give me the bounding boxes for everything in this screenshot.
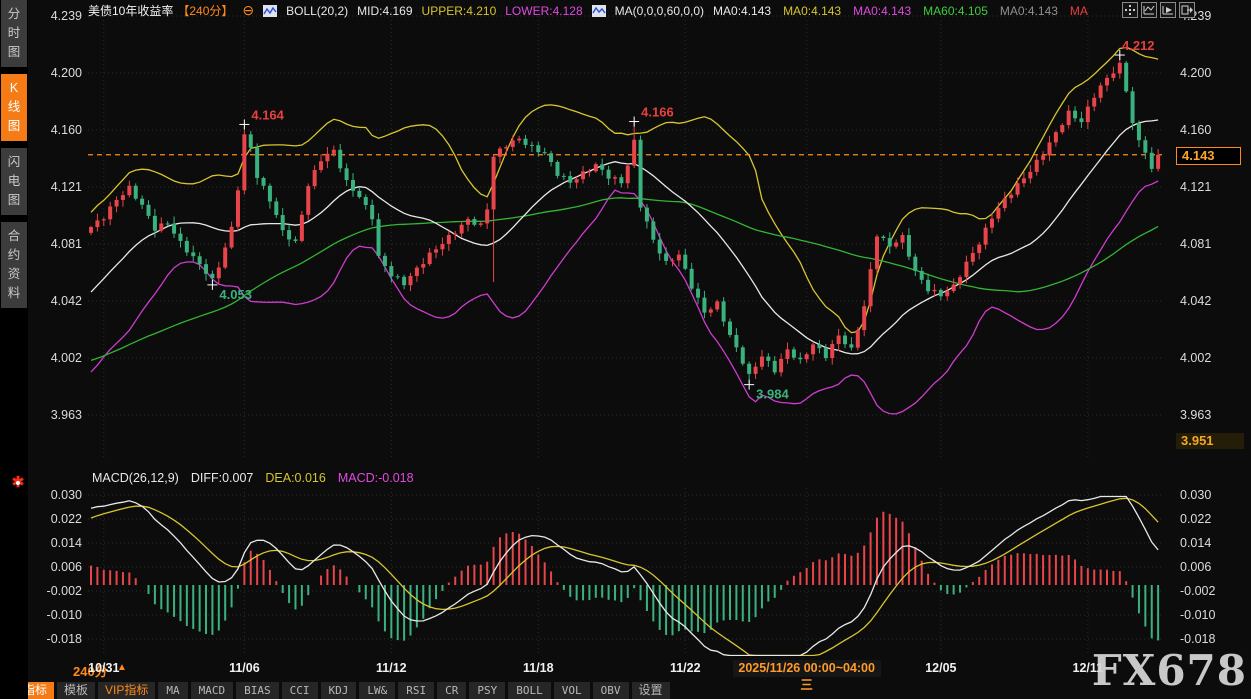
export-window-icon[interactable] xyxy=(1179,2,1195,18)
pan-icon[interactable] xyxy=(1122,2,1138,18)
axis-label: -0.002 xyxy=(1180,584,1215,598)
ma-indicator-icon[interactable] xyxy=(592,5,606,17)
instrument-title: 美债10年收益率 xyxy=(88,2,173,19)
date-tick-11/22: 11/22 xyxy=(670,661,701,675)
toolbar-button-MACD[interactable]: MACD xyxy=(191,682,234,699)
last-price-badge: 4.143 xyxy=(1176,147,1241,165)
toolbar-button-LW&[interactable]: LW& xyxy=(359,682,395,699)
date-tick-11/12: 11/12 xyxy=(376,661,407,675)
toolbar-button-VIP指标[interactable]: VIP指标 xyxy=(98,682,155,699)
boll-label: BOLL(20,2) xyxy=(286,4,348,18)
macd-diff-value: DIFF:0.007 xyxy=(191,471,254,485)
toolbar-button-PSY[interactable]: PSY xyxy=(469,682,505,699)
boll-mid-value: MID:4.169 xyxy=(357,4,412,18)
ma-value: MA0:4.143 xyxy=(1000,4,1058,18)
chart-tool-icons xyxy=(1122,2,1195,18)
toolbar-button-MA[interactable]: MA xyxy=(158,682,187,699)
chart-header: 美债10年收益率 【240分】 ⊖ BOLL(20,2) MID:4.169 U… xyxy=(88,2,1088,19)
axis-label: 0.014 xyxy=(1180,536,1211,550)
axis-label: 3.963 xyxy=(1180,408,1211,422)
toolbar-button-CR[interactable]: CR xyxy=(437,682,466,699)
toolbar-button-VOL[interactable]: VOL xyxy=(554,682,590,699)
axis-label: -0.010 xyxy=(1180,608,1215,622)
toolbar-button-BOLL[interactable]: BOLL xyxy=(508,682,551,699)
macd-dea-value: DEA:0.016 xyxy=(265,471,325,485)
boll-indicator-icon[interactable] xyxy=(263,5,277,17)
period-label[interactable]: 【240分】 xyxy=(177,2,233,19)
ma-value: MA0:4.143 xyxy=(783,4,841,18)
svg-text:4.212: 4.212 xyxy=(1122,38,1155,53)
toolbar-button-RSI[interactable]: RSI xyxy=(398,682,434,699)
zoom-range-left-icon[interactable] xyxy=(1141,2,1157,18)
session-low-badge: 3.951 xyxy=(1176,433,1244,449)
main-candlestick-chart[interactable]: 4.164 4.053 4.166 3.984 4.212 xyxy=(88,8,1162,458)
fx678-watermark: FX678 xyxy=(1092,651,1247,691)
axis-label: 4.042 xyxy=(1180,294,1211,308)
svg-text:3.984: 3.984 xyxy=(756,387,789,402)
ma-value: MA xyxy=(1070,4,1088,18)
indicator-toolbar: 指标模板VIP指标MAMACDBIASCCIKDJLW&RSICRPSYBOLL… xyxy=(16,682,670,699)
axis-label: 4.081 xyxy=(1180,237,1211,251)
ma-value: MA60:4.105 xyxy=(923,4,988,18)
macd-panel[interactable] xyxy=(88,488,1162,656)
sidebar-tab-合约资料[interactable]: 合约资料 xyxy=(1,222,27,308)
axis-label: 4.002 xyxy=(1180,351,1211,365)
ma-value: MA0:4.143 xyxy=(713,4,771,18)
date-tick-11/06: 11/06 xyxy=(229,661,260,675)
date-tick-10/31: 10/31 xyxy=(88,661,119,675)
toolbar-button-模板[interactable]: 模板 xyxy=(57,682,95,699)
collapse-icon[interactable]: ⊖ xyxy=(242,2,254,19)
toolbar-button-BIAS[interactable]: BIAS xyxy=(236,682,279,699)
sidebar-tab-闪电图[interactable]: 闪电图 xyxy=(1,148,27,215)
axis-label: 0.030 xyxy=(1180,488,1211,502)
axis-label: 4.200 xyxy=(1180,66,1211,80)
svg-text:4.053: 4.053 xyxy=(219,287,252,302)
macd-name: MACD(26,12,9) xyxy=(92,471,179,485)
toolbar-button-OBV[interactable]: OBV xyxy=(593,682,629,699)
toolbar-button-CCI[interactable]: CCI xyxy=(282,682,318,699)
selected-bar-datetime: 2025/11/26 00:00~04:00 三 xyxy=(733,660,881,677)
boll-lower-value: LOWER:4.128 xyxy=(505,4,582,18)
axis-label: 0.022 xyxy=(1180,512,1211,526)
boll-upper-value: UPPER:4.210 xyxy=(422,4,497,18)
date-tick-12/05: 12/05 xyxy=(925,661,956,675)
sidebar: 分时图 K线图闪电图合约资料 ✱ xyxy=(0,0,28,699)
toolbar-button-设置[interactable]: 设置 xyxy=(632,682,670,699)
axis-label: -0.018 xyxy=(1180,632,1215,646)
ma-value: MA0:4.143 xyxy=(853,4,911,18)
svg-text:4.166: 4.166 xyxy=(641,105,674,120)
axis-label: 0.006 xyxy=(1180,560,1211,574)
axis-label: 4.121 xyxy=(1180,180,1211,194)
macd-macd-value: MACD:-0.018 xyxy=(338,471,414,485)
toolbar-button-KDJ[interactable]: KDJ xyxy=(321,682,357,699)
date-tick-11/18: 11/18 xyxy=(523,661,554,675)
time-axis: 240分 ▲ 10/3111/0611/1211/1811/2212/0512/… xyxy=(0,659,1251,680)
live-flash-icon[interactable]: ✱ xyxy=(9,474,27,492)
sidebar-tab-K线图[interactable]: K线图 xyxy=(1,74,27,141)
zoom-range-right-icon[interactable] xyxy=(1160,2,1176,18)
sidebar-tab-分时图[interactable]: 分时图 xyxy=(1,0,27,67)
svg-text:4.164: 4.164 xyxy=(251,107,284,122)
axis-label: 4.160 xyxy=(1180,123,1211,137)
macd-header: MACD(26,12,9) DIFF:0.007 DEA:0.016 MACD:… xyxy=(92,471,414,485)
ma-label: MA(0,0,0,60,0,0) xyxy=(615,4,704,18)
ma-values: MA0:4.143 MA0:4.143 MA0:4.143 MA60:4.105 MA0… xyxy=(713,4,1088,18)
app-window: 分时图 K线图闪电图合约资料 ✱ 美债10年收益率 【240分】 ⊖ BOLL(2… xyxy=(0,0,1251,699)
